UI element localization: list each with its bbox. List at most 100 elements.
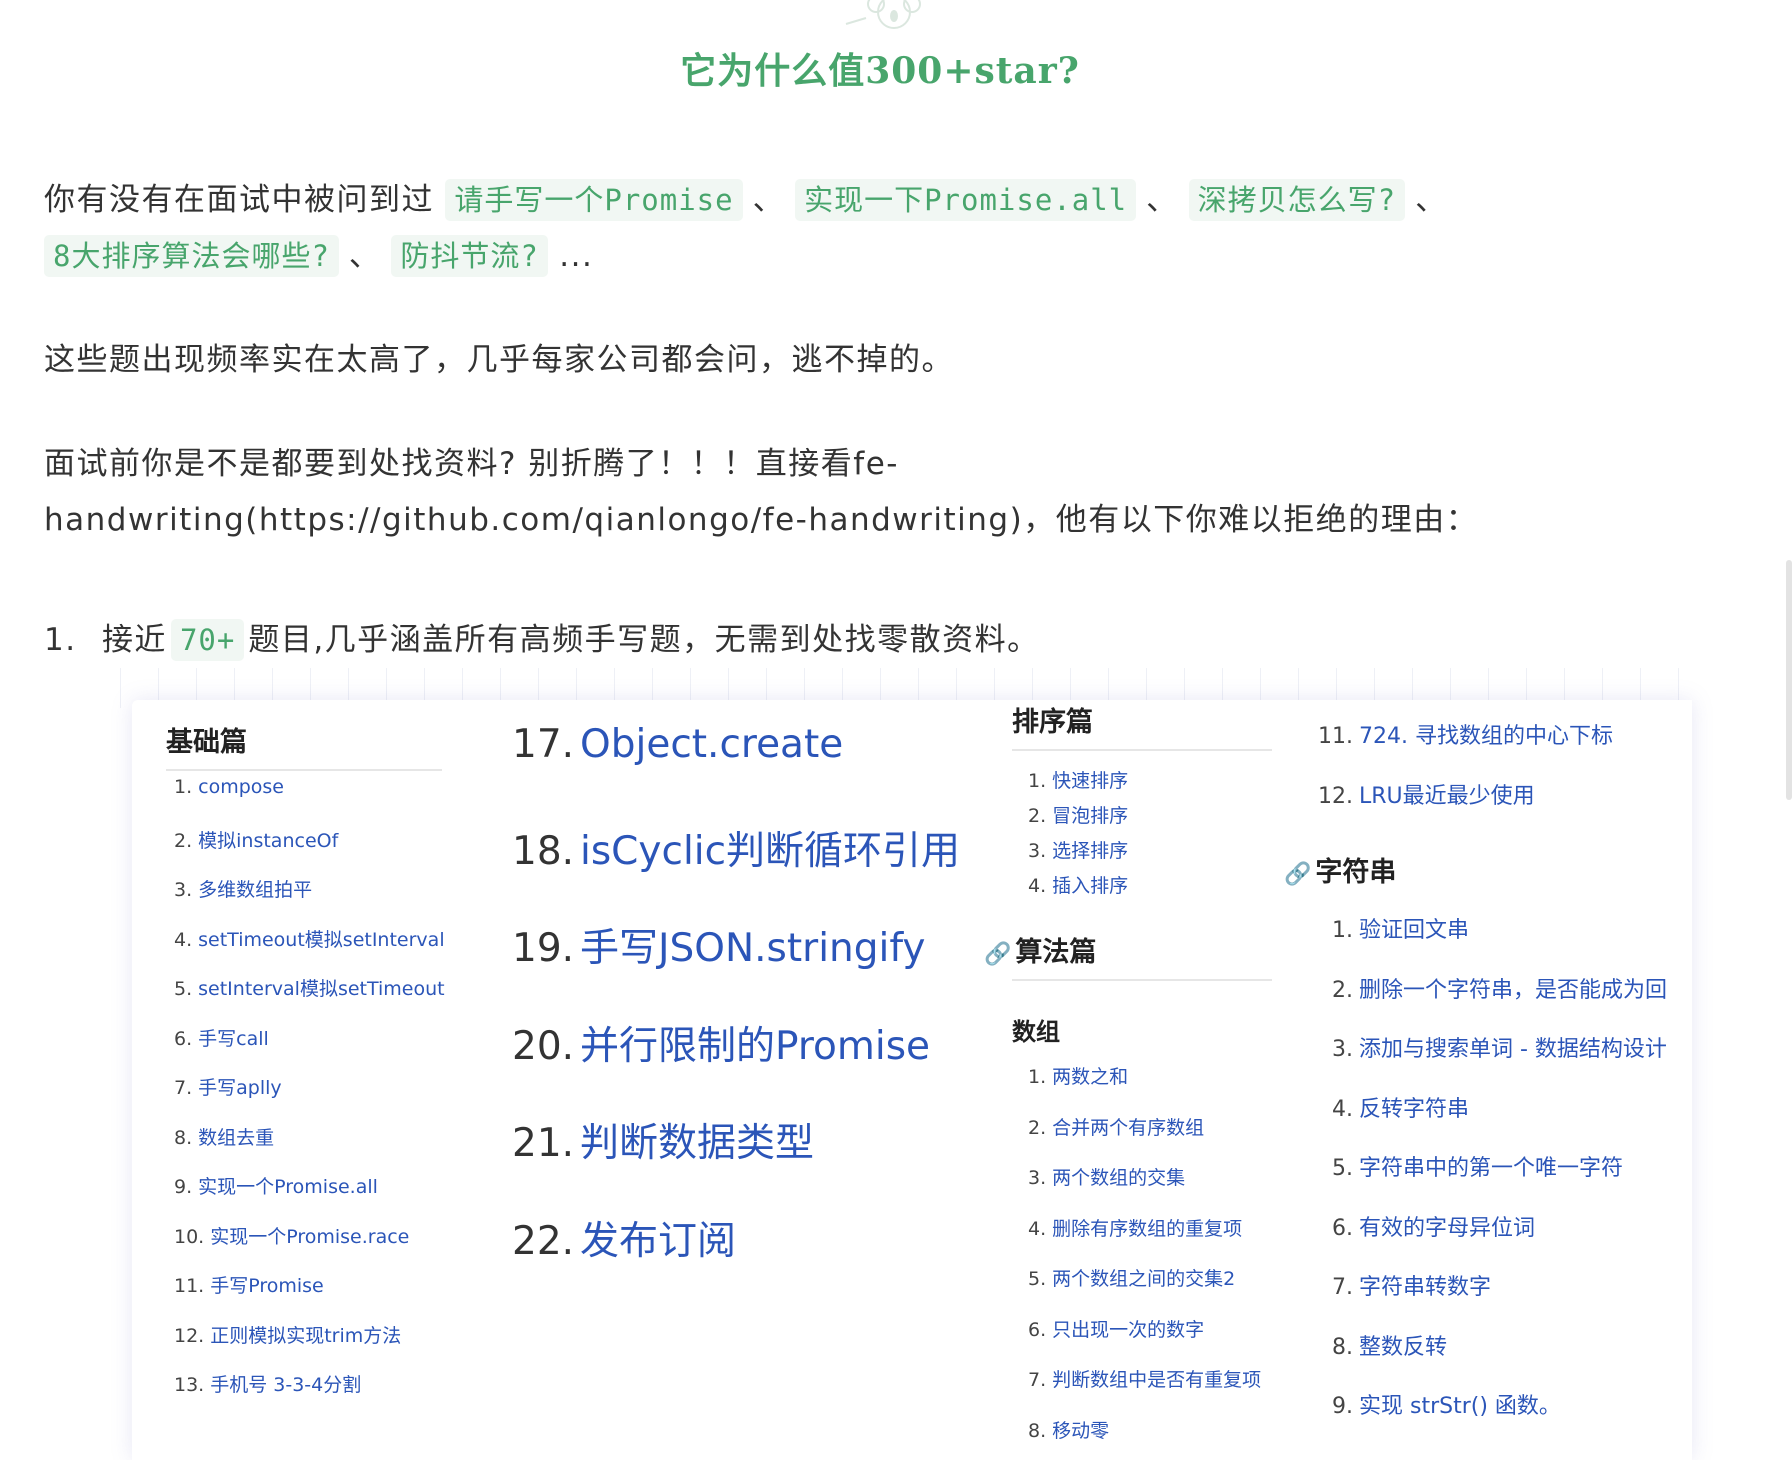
item-link[interactable]: setTimeout模拟setInterval — [198, 929, 444, 951]
item-link[interactable]: 正则模拟实现trim方法 — [210, 1325, 401, 1347]
item-link[interactable]: 并行限制的Promise — [580, 1024, 930, 1069]
list-item[interactable]: 7. 字符串转数字 — [1332, 1269, 1491, 1301]
item-link[interactable]: 插入排序 — [1052, 875, 1128, 897]
item-link[interactable]: 字符串中的第一个唯一字符 — [1359, 1156, 1623, 1181]
list-item[interactable]: 7. 手写aplly — [174, 1073, 282, 1100]
list-item[interactable]: 8. 数组去重 — [174, 1123, 274, 1150]
item-link[interactable]: 有效的字母异位词 — [1359, 1216, 1535, 1241]
scrollbar[interactable] — [1786, 560, 1792, 800]
list-item[interactable]: 4. 删除有序数组的重复项 — [1028, 1214, 1242, 1241]
item-link[interactable]: 724. 寻找数组的中心下标 — [1359, 724, 1613, 749]
item-link[interactable]: 移动零 — [1052, 1420, 1109, 1442]
item-link[interactable]: 多维数组拍平 — [198, 879, 312, 901]
list-item[interactable]: 5. setInterval模拟setTimeout — [174, 974, 445, 1001]
item-link[interactable]: 删除有序数组的重复项 — [1052, 1218, 1242, 1240]
list-item[interactable]: 5. 两个数组之间的交集2 — [1028, 1264, 1235, 1291]
item-link[interactable]: 发布订阅 — [580, 1219, 736, 1264]
list-item[interactable]: 2. 冒泡排序 — [1028, 801, 1128, 828]
item-link[interactable]: 手写JSON.stringify — [580, 926, 925, 971]
list-item[interactable]: 6. 有效的字母异位词 — [1332, 1210, 1535, 1242]
list-item[interactable]: 2. 模拟instanceOf — [174, 826, 338, 853]
list-item[interactable]: 12. 正则模拟实现trim方法 — [174, 1321, 401, 1348]
item-link[interactable]: 实现一个Promise.all — [198, 1176, 378, 1198]
list-item[interactable]: 7. 判断数组中是否有重复项 — [1028, 1365, 1261, 1392]
list-item[interactable]: 22. 发布订阅 — [512, 1210, 736, 1266]
item-link[interactable]: 手写aplly — [198, 1077, 282, 1099]
list-item[interactable]: 6. 只出现一次的数字 — [1028, 1315, 1204, 1342]
basics-rule — [166, 769, 442, 771]
item-number: 8. — [174, 1126, 193, 1149]
item-link[interactable]: 手写Promise — [210, 1275, 324, 1297]
list-item[interactable]: 11. 手写Promise — [174, 1271, 324, 1298]
list-item[interactable]: 1. 两数之和 — [1028, 1062, 1128, 1089]
item-link[interactable]: 只出现一次的数字 — [1052, 1319, 1204, 1341]
item-link[interactable]: 合并两个有序数组 — [1052, 1117, 1204, 1139]
item-link[interactable]: 字符串转数字 — [1359, 1275, 1491, 1300]
list-item[interactable]: 3. 选择排序 — [1028, 836, 1128, 863]
item-link[interactable]: 添加与搜索单词 - 数据结构设计 — [1359, 1037, 1667, 1062]
list-item[interactable]: 20. 并行限制的Promise — [512, 1015, 930, 1071]
string-title: 字符串 — [1315, 857, 1397, 888]
list-item[interactable]: 9. 实现 strStr() 函数。 — [1332, 1388, 1561, 1420]
list-item[interactable]: 8. 移动零 — [1028, 1416, 1109, 1443]
inline-code: 70+ — [170, 619, 245, 661]
article-heading: 它为什么值300+star? — [680, 50, 1080, 92]
list-item[interactable]: 3. 添加与搜索单词 - 数据结构设计 — [1332, 1031, 1667, 1063]
list-item[interactable]: 21. 判断数据类型 — [512, 1112, 814, 1168]
item-link[interactable]: compose — [198, 776, 284, 798]
list-item[interactable]: 2. 合并两个有序数组 — [1028, 1113, 1204, 1140]
list-item[interactable]: 17. Object.create — [512, 722, 843, 767]
list-item[interactable]: 8. 整数反转 — [1332, 1329, 1447, 1361]
item-number: 17. — [512, 722, 575, 767]
list-item[interactable]: 4. 反转字符串 — [1332, 1091, 1469, 1123]
item-number: 6. — [174, 1027, 193, 1050]
list-item[interactable]: 1. 验证回文串 — [1332, 912, 1469, 944]
item-link[interactable]: 模拟instanceOf — [198, 830, 338, 852]
item-link[interactable]: 数组去重 — [198, 1127, 274, 1149]
item-link[interactable]: 手机号 3-3-4分割 — [210, 1374, 361, 1396]
item-link[interactable]: isCyclic判断循环引用 — [580, 829, 960, 874]
item-link[interactable]: 删除一个字符串，是否能成为回 — [1359, 978, 1667, 1003]
list-item[interactable]: 1. 快速排序 — [1028, 766, 1128, 793]
item-number: 20. — [512, 1023, 575, 1069]
list-item[interactable]: 10. 实现一个Promise.race — [174, 1222, 409, 1249]
list-item[interactable]: 4. 插入排序 — [1028, 871, 1128, 898]
item-link[interactable]: 快速排序 — [1052, 770, 1128, 792]
list-item[interactable]: 12. LRU最近最少使用 — [1318, 778, 1535, 810]
item-link[interactable]: 手写call — [198, 1028, 269, 1050]
item-link[interactable]: 实现一个Promise.race — [210, 1226, 409, 1248]
item-link[interactable]: 两数之和 — [1052, 1066, 1128, 1088]
item-number: 12. — [1318, 784, 1353, 809]
item-link[interactable]: 整数反转 — [1359, 1335, 1447, 1360]
item-link[interactable]: 反转字符串 — [1359, 1097, 1469, 1122]
list-item[interactable]: 2. 删除一个字符串，是否能成为回 — [1332, 972, 1667, 1004]
list-item[interactable]: 1. compose — [174, 776, 284, 798]
inline-code: 8大排序算法会哪些? — [44, 235, 339, 277]
item-link[interactable]: 两个数组之间的交集2 — [1052, 1268, 1235, 1290]
item-link[interactable]: 实现 strStr() 函数。 — [1359, 1394, 1561, 1419]
item-link[interactable]: 验证回文串 — [1359, 918, 1469, 943]
list-item[interactable]: 3. 多维数组拍平 — [174, 875, 312, 902]
link-icon: 🔗 — [1284, 862, 1312, 887]
list-item[interactable]: 13. 手机号 3-3-4分割 — [174, 1370, 361, 1397]
item-link[interactable]: 冒泡排序 — [1052, 805, 1128, 827]
list-item[interactable]: 18. isCyclic判断循环引用 — [512, 820, 960, 876]
list-item[interactable]: 11. 724. 寻找数组的中心下标 — [1318, 718, 1613, 750]
item-link[interactable]: setInterval模拟setTimeout — [198, 978, 444, 1000]
list-item[interactable]: 19. 手写JSON.stringify — [512, 917, 925, 973]
list-item[interactable]: 6. 手写call — [174, 1024, 269, 1051]
list-item[interactable]: 3. 两个数组的交集 — [1028, 1163, 1185, 1190]
list-item[interactable]: 5. 字符串中的第一个唯一字符 — [1332, 1150, 1623, 1182]
item-link[interactable]: LRU最近最少使用 — [1359, 784, 1535, 809]
item-number: 4. — [1028, 875, 1047, 897]
item-link[interactable]: 选择排序 — [1052, 840, 1128, 862]
item-link[interactable]: 判断数组中是否有重复项 — [1052, 1369, 1261, 1391]
item-link[interactable]: 判断数据类型 — [580, 1121, 814, 1166]
list-item[interactable]: 4. setTimeout模拟setInterval — [174, 925, 445, 952]
item-number: 3. — [1028, 840, 1047, 862]
list-item[interactable]: 9. 实现一个Promise.all — [174, 1172, 378, 1199]
item-number: 8. — [1332, 1334, 1353, 1360]
item-link[interactable]: 两个数组的交集 — [1052, 1167, 1185, 1189]
item-link[interactable]: Object.create — [580, 722, 843, 767]
paragraph-recommend: 面试前你是不是都要到处找资料? 别折腾了！！！直接看fe-handwriting… — [44, 446, 1479, 538]
